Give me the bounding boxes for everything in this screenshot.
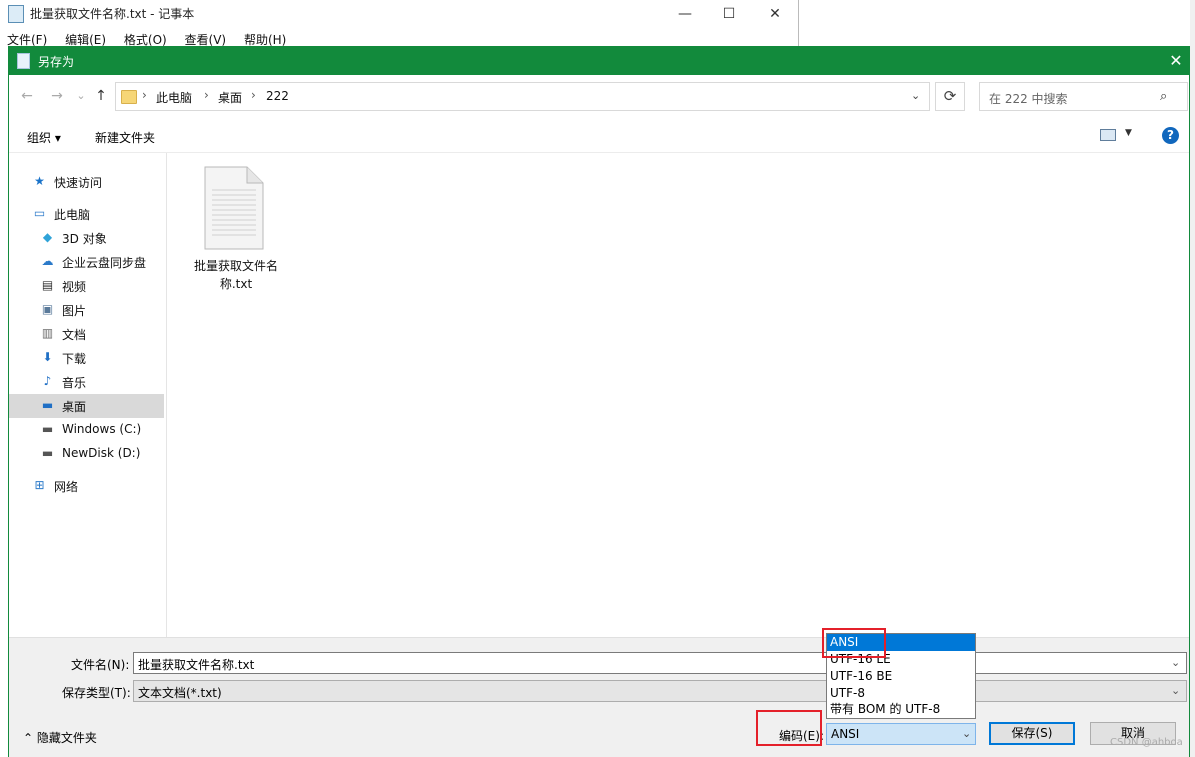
- cloud-icon: ☁: [41, 254, 54, 268]
- search-icon: ⌕: [1160, 89, 1168, 104]
- sidebar-item-drive-c[interactable]: ▬ Windows (C:): [9, 418, 164, 442]
- sidebar-item-label: 桌面: [62, 400, 87, 414]
- file-name-label[interactable]: 批量获取文件名 称.txt: [181, 257, 291, 293]
- sidebar-item-quick-access[interactable]: ★ 快速访问: [9, 170, 164, 194]
- save-as-dialog: 另存为 ✕ ← → ⌄ ↑ › 此电脑 › 桌面 › 222 ⌄ ⟳ 在 222…: [8, 46, 1190, 757]
- hide-folders-toggle[interactable]: ⌃ 隐藏文件夹: [23, 729, 97, 746]
- sidebar-item-drive-d[interactable]: ▬ NewDisk (D:): [9, 442, 164, 466]
- sidebar-item-cloud[interactable]: ☁ 企业云盘同步盘: [9, 250, 164, 274]
- refresh-icon[interactable]: ⟳: [935, 82, 965, 111]
- sidebar-item-label: 3D 对象: [62, 232, 107, 246]
- view-dropdown-icon[interactable]: ▼: [1125, 128, 1132, 138]
- notepad-close-button[interactable]: ✕: [752, 2, 798, 26]
- help-icon[interactable]: ?: [1162, 127, 1179, 144]
- background-strip: [1190, 0, 1195, 757]
- chevron-down-icon[interactable]: ⌄: [962, 727, 971, 740]
- pictures-icon: ▣: [41, 302, 54, 316]
- file-name-line1: 批量获取文件名: [193, 259, 278, 273]
- encoding-value: ANSI: [831, 727, 860, 741]
- toolbar-divider: [9, 152, 1189, 153]
- save-button[interactable]: 保存(S): [989, 722, 1075, 745]
- sidebar-item-3d-objects[interactable]: ◆ 3D 对象: [9, 226, 164, 250]
- encoding-select[interactable]: ANSI ⌄: [826, 723, 976, 745]
- sidebar-item-network[interactable]: ⊞ 网络: [9, 474, 164, 498]
- folder-icon: [121, 90, 137, 104]
- sidebar-item-label: Windows (C:): [62, 422, 142, 436]
- sidebar-item-label: 快速访问: [54, 176, 103, 190]
- sidebar-item-documents[interactable]: ▥ 文档: [9, 322, 164, 346]
- annotation-box-ansi: [822, 628, 886, 658]
- drive-c-icon: ▬: [41, 422, 54, 436]
- breadcrumb-separator: ›: [204, 88, 209, 102]
- save-type-label: 保存类型(T):: [62, 686, 131, 700]
- search-input[interactable]: 在 222 中搜索 ⌕: [979, 82, 1188, 111]
- sidebar-item-label: 视频: [62, 280, 87, 294]
- downloads-icon: ⬇: [42, 350, 53, 364]
- sidebar-item-label: 网络: [54, 480, 79, 494]
- documents-icon: ▥: [41, 326, 54, 340]
- save-options-panel: 文件名(N): 批量获取文件名称.txt ⌄ 保存类型(T): 文本文档(*.t…: [9, 637, 1189, 757]
- save-type-value: 文本文档(*.txt): [138, 686, 222, 700]
- sidebar-item-computer[interactable]: ▭ 此电脑: [9, 202, 164, 226]
- recent-locations-icon[interactable]: ⌄: [71, 86, 91, 106]
- notepad-title: 批量获取文件名称.txt - 记事本: [30, 7, 195, 21]
- organize-button[interactable]: 组织 ▾: [27, 129, 61, 146]
- sidebar-item-pictures[interactable]: ▣ 图片: [9, 298, 164, 322]
- sidebar-item-label: 文档: [62, 328, 87, 342]
- search-placeholder: 在 222 中搜索: [989, 92, 1068, 106]
- filename-input[interactable]: 批量获取文件名称.txt ⌄: [133, 652, 1187, 674]
- up-icon[interactable]: ↑: [91, 86, 111, 106]
- computer-icon: ▭: [33, 206, 46, 220]
- dialog-title: 另存为: [38, 55, 75, 69]
- network-icon: ⊞: [34, 478, 45, 492]
- sidebar-item-label: 下载: [62, 352, 87, 366]
- maximize-button[interactable]: ☐: [706, 2, 752, 26]
- sidebar-item-video[interactable]: ▤ 视频: [9, 274, 164, 298]
- address-bar[interactable]: › 此电脑 › 桌面 › 222 ⌄: [115, 82, 930, 111]
- watermark: CSDN @ahboa: [1110, 737, 1183, 748]
- chevron-down-icon[interactable]: ⌄: [1171, 684, 1180, 697]
- desktop-icon: ▬: [41, 398, 54, 412]
- sidebar-item-music[interactable]: ♪ 音乐: [9, 370, 164, 394]
- breadcrumb-separator: ›: [142, 88, 147, 102]
- breadcrumb-desktop[interactable]: 桌面: [218, 89, 242, 106]
- text-file-icon[interactable]: [203, 166, 265, 250]
- quick-access-icon: ★: [34, 174, 45, 188]
- sidebar-item-desktop[interactable]: ▬ 桌面: [9, 394, 164, 418]
- sidebar-item-label: 此电脑: [54, 208, 91, 222]
- video-icon: ▤: [41, 278, 54, 292]
- drive-d-icon: ▬: [41, 446, 54, 460]
- breadcrumb-separator: ›: [251, 88, 256, 102]
- save-type-select[interactable]: 文本文档(*.txt) ⌄: [133, 680, 1187, 702]
- notepad-window: 批量获取文件名称.txt - 记事本 — ☐ ✕ 文件(F) 编辑(E) 格式(…: [0, 0, 799, 48]
- filename-value: 批量获取文件名称.txt: [138, 658, 255, 672]
- view-options-icon[interactable]: [1100, 129, 1116, 141]
- chevron-down-icon[interactable]: ⌄: [1171, 656, 1180, 669]
- encoding-option-utf8[interactable]: UTF-8: [827, 685, 975, 702]
- minimize-button[interactable]: —: [662, 2, 708, 26]
- dialog-titlebar: 另存为 ✕: [9, 47, 1189, 75]
- 3d-objects-icon: ◆: [42, 230, 53, 244]
- dialog-close-button[interactable]: ✕: [1163, 50, 1189, 72]
- encoding-option-utf8-bom[interactable]: 带有 BOM 的 UTF-8: [827, 701, 975, 718]
- breadcrumb-this-pc[interactable]: 此电脑: [156, 89, 192, 106]
- sidebar-item-label: 音乐: [62, 376, 87, 390]
- sidebar-item-label: 图片: [62, 304, 87, 318]
- music-icon: ♪: [43, 374, 52, 388]
- sidebar-item-label: NewDisk (D:): [62, 446, 141, 460]
- sidebar-item-label: 企业云盘同步盘: [62, 256, 147, 270]
- navigation-pane: ★ 快速访问 ▭ 此电脑 ◆ 3D 对象 ☁ 企业云盘同步盘 ▤ 视频 ▣ 图片 ▥ 文档 ⬇ 下载 ♪ 音乐 ▬ 桌…: [9, 153, 167, 637]
- filename-label: 文件名(N):: [71, 658, 130, 672]
- chevron-down-icon[interactable]: ⌄: [911, 89, 920, 102]
- new-folder-button[interactable]: 新建文件夹: [95, 129, 155, 146]
- notepad-small-icon: [17, 53, 30, 69]
- annotation-box-encoding: [756, 710, 822, 746]
- back-icon[interactable]: ←: [17, 86, 37, 106]
- breadcrumb-222[interactable]: 222: [266, 89, 289, 103]
- encoding-option-utf16be[interactable]: UTF-16 BE: [827, 668, 975, 685]
- sidebar-item-downloads[interactable]: ⬇ 下载: [9, 346, 164, 370]
- forward-icon[interactable]: →: [47, 86, 67, 106]
- file-name-line2: 称.txt: [219, 277, 253, 291]
- notepad-icon: [8, 5, 24, 23]
